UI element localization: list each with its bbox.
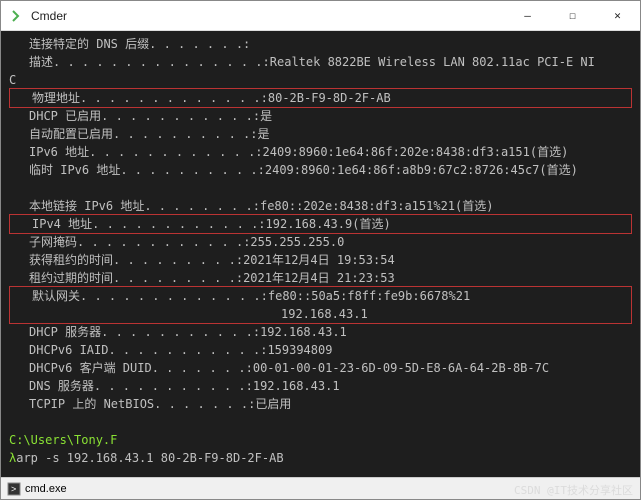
description-label: 描述: [29, 53, 53, 71]
window-controls: — ☐ ✕: [505, 1, 640, 31]
lease-expires-label: 租约过期的时间: [29, 269, 113, 287]
dhcp-server-label: DHCP 服务器: [29, 323, 101, 341]
netbios-value: 已启用: [255, 395, 291, 413]
physical-address-row: 物理地址. . . . . . . . . . . . . : 80-2B-F9…: [9, 88, 632, 108]
gateway-value2: 192.168.43.1: [281, 305, 368, 323]
lease-obtained-value: 2021年12月4日 19:53:54: [243, 251, 395, 269]
lease-obtained-label: 获得租约的时间: [29, 251, 113, 269]
autoconf-value: 是: [258, 125, 270, 143]
dhcp-enabled-label: DHCP 已启用: [29, 107, 101, 125]
ipv4-address-row: IPv4 地址 . . . . . . . . . . . . : 192.16…: [9, 214, 632, 234]
dhcpv6-iaid-label: DHCPv6 IAID: [29, 341, 108, 359]
dhcpv6-duid-value: 00-01-00-01-23-6D-09-5D-E8-6A-64-2B-8B-7…: [253, 359, 549, 377]
prompt-lambda-1: λ: [9, 449, 16, 467]
subnet-label: 子网掩码: [29, 233, 77, 251]
link-ipv6-value: fe80::202e:8438:df3:a151%21(首选): [260, 197, 494, 215]
cmd-icon: >: [7, 482, 21, 496]
subnet-value: 255.255.255.0: [250, 233, 344, 251]
prompt-path-1: C:\Users\Tony.F: [9, 431, 117, 449]
ipv4-label: IPv4 地址: [32, 215, 92, 233]
temp-ipv6-value: 2409:8960:1e64:86f:a8b9:67c2:8726:45c7(首…: [265, 161, 578, 179]
titlebar: Cmder — ☐ ✕: [1, 1, 640, 31]
dhcp-server-value: 192.168.43.1: [260, 323, 347, 341]
command-input[interactable]: arp -s 192.168.43.1 80-2B-F9-8D-2F-AB: [16, 449, 283, 467]
dns-server-label: DNS 服务器: [29, 377, 94, 395]
link-ipv6-label: 本地链接 IPv6 地址: [29, 197, 144, 215]
dns-server-value: 192.168.43.1: [253, 377, 340, 395]
description-value: Realtek 8822BE Wireless LAN 802.11ac PCI…: [270, 53, 595, 71]
dhcpv6-duid-label: DHCPv6 客户端 DUID: [29, 359, 152, 377]
watermark: CSDN @IT技术分享社区: [514, 482, 633, 498]
gateway-box: 默认网关. . . . . . . . . . . . . : fe80::50…: [9, 286, 632, 324]
window-title: Cmder: [31, 9, 505, 23]
temp-ipv6-label: 临时 IPv6 地址: [29, 161, 120, 179]
terminal-output[interactable]: 连接特定的 DNS 后缀 . . . . . . . : 描述. . . . .…: [1, 31, 640, 477]
c-char: C: [9, 71, 16, 89]
phys-addr-label: 物理地址: [32, 89, 80, 107]
close-button[interactable]: ✕: [595, 1, 640, 31]
dhcpv6-iaid-value: 159394809: [267, 341, 332, 359]
app-window: Cmder — ☐ ✕ 连接特定的 DNS 后缀 . . . . . . . :…: [0, 0, 641, 500]
ipv4-value: 192.168.43.9(首选): [266, 215, 391, 233]
dns-suffix-label: 连接特定的 DNS 后缀: [29, 35, 149, 53]
app-icon: [9, 8, 25, 24]
autoconf-label: 自动配置已启用: [29, 125, 113, 143]
netbios-label: TCPIP 上的 NetBIOS: [29, 395, 154, 413]
ipv6-value: 2409:8960:1e64:86f:202e:8438:df3:a151(首选…: [263, 143, 569, 161]
ipv6-label: IPv6 地址: [29, 143, 89, 161]
gateway-value1: fe80::50a5:f8ff:fe9b:6678%21: [268, 287, 470, 305]
lease-expires-value: 2021年12月4日 21:23:53: [243, 269, 395, 287]
gateway-label: 默认网关: [32, 287, 80, 305]
phys-addr-value: 80-2B-F9-8D-2F-AB: [268, 89, 391, 107]
maximize-button[interactable]: ☐: [550, 1, 595, 31]
minimize-button[interactable]: —: [505, 1, 550, 31]
svg-text:>: >: [11, 484, 16, 494]
status-tab-label[interactable]: cmd.exe: [25, 483, 67, 495]
dhcp-enabled-value: 是: [260, 107, 272, 125]
